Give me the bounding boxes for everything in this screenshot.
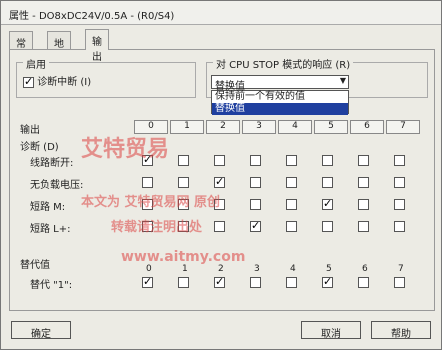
column-header: 5	[314, 120, 348, 134]
diagnostics-label: 诊断 (D)	[20, 142, 59, 153]
watermark-url: www.aitmy.com	[121, 249, 246, 265]
substitute-checkbox[interactable]	[358, 277, 369, 288]
enable-group: 启用 诊断中断 (I)	[16, 56, 196, 98]
diag-checkbox[interactable]	[250, 199, 261, 210]
tab-outputs[interactable]: 输出	[85, 29, 109, 63]
cpu-stop-dropdown-list: 保持前一个有效的值 替换值	[211, 90, 349, 115]
diag-interrupt-checkbox[interactable]	[23, 75, 34, 88]
help-button-label: 帮助	[391, 329, 411, 340]
diag-checkbox[interactable]	[394, 221, 405, 232]
diag-checkbox[interactable]	[322, 155, 333, 166]
dropdown-option-selected[interactable]: 替换值	[212, 103, 348, 115]
enable-group-title: 启用	[23, 56, 49, 71]
diag-checkbox[interactable]	[142, 177, 153, 188]
diag-checkbox[interactable]	[322, 221, 333, 232]
diag-checkbox[interactable]	[358, 199, 369, 210]
diag-checkbox[interactable]	[214, 175, 225, 188]
substitute-column-label: 7	[398, 264, 404, 274]
substitute-checkbox[interactable]	[214, 275, 225, 288]
tab-address[interactable]: 地址	[47, 31, 71, 65]
diag-checkbox[interactable]	[358, 155, 369, 166]
diag-checkbox[interactable]	[286, 221, 297, 232]
substitute-group-label: 替代值	[20, 260, 50, 271]
diag-checkbox[interactable]	[322, 177, 333, 188]
substitute-checkbox[interactable]	[250, 277, 261, 288]
diag-checkbox[interactable]	[358, 221, 369, 232]
ok-button-label: 确定	[31, 329, 51, 340]
diag-checkbox[interactable]	[358, 177, 369, 188]
cpu-stop-response-select[interactable]: 替换值 ▼	[211, 75, 349, 92]
diag-row-label: 无负载电压:	[30, 180, 84, 191]
outputs-header-label: 输出	[20, 125, 40, 136]
substitute-column-label: 2	[218, 264, 224, 274]
diag-checkbox[interactable]	[250, 177, 261, 188]
ok-button[interactable]: 确定	[11, 321, 71, 340]
column-header: 6	[350, 120, 384, 134]
chevron-down-icon[interactable]: ▼	[340, 76, 346, 85]
substitute-column-label: 4	[290, 264, 296, 274]
substitute-column-label: 5	[326, 264, 332, 274]
substitute-checkbox[interactable]	[142, 275, 153, 288]
watermark-logo: 艾特贸易	[81, 137, 170, 162]
substitute-checkbox[interactable]	[178, 277, 189, 288]
diag-checkbox[interactable]	[286, 177, 297, 188]
substitute-checkbox[interactable]	[286, 277, 297, 288]
cancel-button-label: 取消	[321, 329, 341, 340]
diag-row-label: 短路 L+:	[30, 224, 71, 235]
column-header: 1	[170, 120, 204, 134]
diag-checkbox[interactable]	[214, 221, 225, 232]
diag-checkbox[interactable]	[250, 219, 261, 232]
column-header: 3	[242, 120, 276, 134]
diag-checkbox[interactable]	[394, 199, 405, 210]
column-header: 7	[386, 120, 420, 134]
watermark-line3: 转载请注明出处	[111, 220, 203, 235]
substitute-column-label: 0	[146, 264, 152, 274]
diag-interrupt-label: 诊断中断 (I)	[37, 77, 92, 88]
diag-checkbox[interactable]	[286, 155, 297, 166]
diagnostics-table: 输出01234567诊断 (D)线路断开:无负载电压:短路 M:短路 L+:	[16, 120, 428, 240]
help-button[interactable]: 帮助	[371, 321, 431, 340]
diag-checkbox[interactable]	[286, 199, 297, 210]
diag-checkbox[interactable]	[394, 177, 405, 188]
diag-checkbox[interactable]	[394, 155, 405, 166]
diag-row-label: 线路断开:	[30, 158, 74, 169]
diag-checkbox[interactable]	[250, 155, 261, 166]
diag-checkbox[interactable]	[322, 197, 333, 210]
tab-general[interactable]: 常规	[9, 31, 33, 65]
title-bar: 属性 - DO8xDC24V/0.5A - (R0/S4)	[1, 1, 441, 25]
diag-row-label: 短路 M:	[30, 202, 66, 213]
diag-interrupt-row: 诊断中断 (I)	[23, 73, 91, 88]
diag-checkbox[interactable]	[214, 155, 225, 166]
window-title: 属性 - DO8xDC24V/0.5A - (R0/S4)	[9, 11, 175, 22]
substitute-column-label: 1	[182, 264, 188, 274]
substitute-row-label: 替代 "1":	[30, 280, 73, 291]
substitute-checkbox[interactable]	[322, 275, 333, 288]
tab-outputs-label: 输出	[92, 37, 102, 63]
diag-checkbox[interactable]	[178, 155, 189, 166]
substitute-checkbox[interactable]	[394, 277, 405, 288]
watermark-line2: 本文为 艾特贸易网 原创	[81, 195, 221, 210]
dropdown-option[interactable]: 保持前一个有效的值	[212, 91, 348, 103]
column-header: 2	[206, 120, 240, 134]
substitute-column-label: 6	[362, 264, 368, 274]
column-header: 4	[278, 120, 312, 134]
properties-dialog: 属性 - DO8xDC24V/0.5A - (R0/S4) 常规 地址 输出 启…	[0, 0, 442, 350]
cpu-stop-group-title: 对 CPU STOP 模式的响应 (R)	[213, 56, 354, 71]
cancel-button[interactable]: 取消	[301, 321, 361, 340]
substitute-column-label: 3	[254, 264, 260, 274]
diag-checkbox[interactable]	[178, 177, 189, 188]
